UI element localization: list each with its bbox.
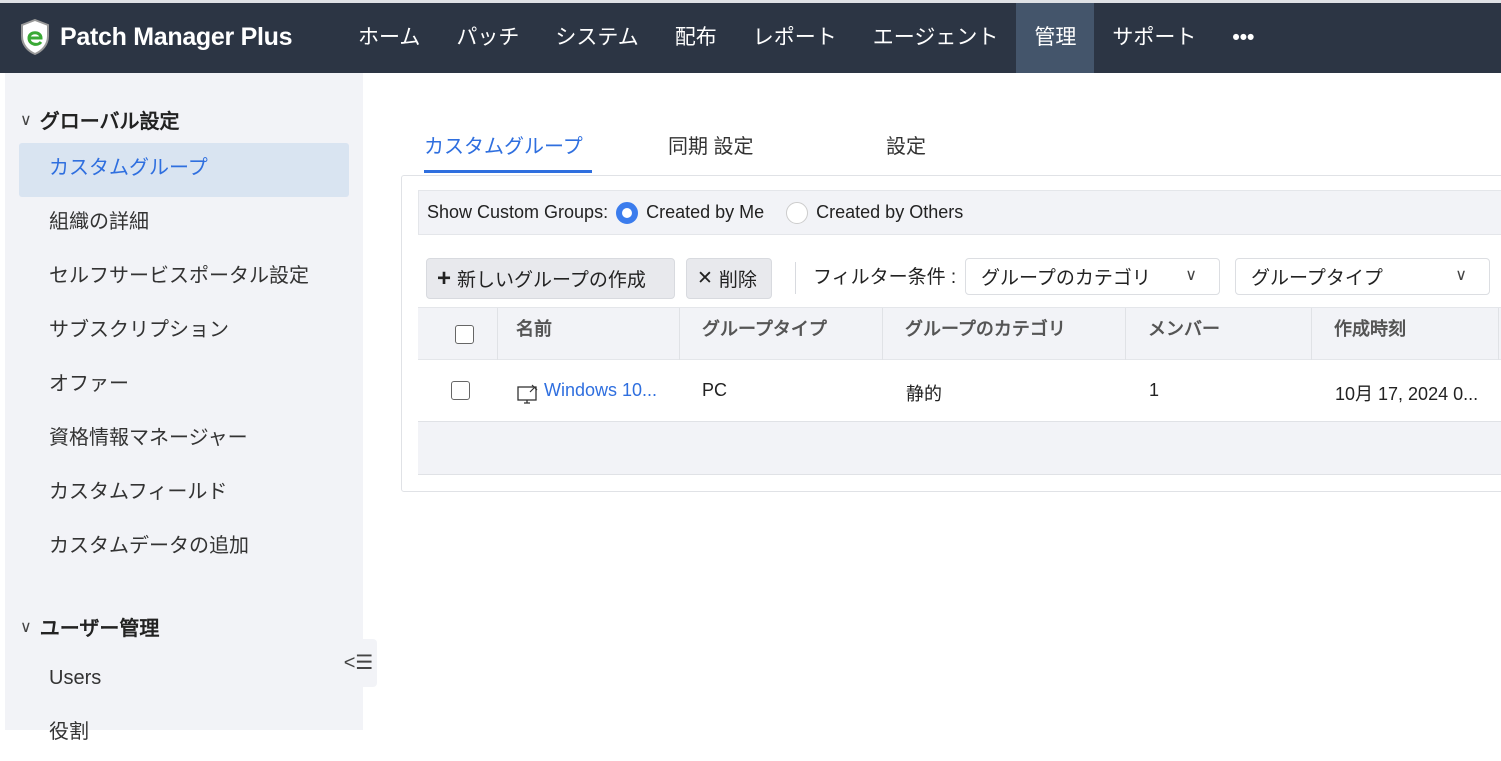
close-icon: ✕ (697, 268, 713, 289)
show-groups-bar: Show Custom Groups: Created by Me Create… (418, 190, 1501, 235)
sidebar: ∨ グローバル設定 カスタムグループ 組織の詳細 セルフサービスポータル設定 サブ… (5, 73, 363, 743)
category-select[interactable]: グループのカテゴリ ∨ (965, 258, 1220, 295)
radio-created-by-others[interactable] (786, 201, 809, 224)
chevron-down-icon: ∨ (20, 618, 32, 636)
delete-button[interactable]: ✕ 削除 (686, 258, 772, 299)
tab-settings[interactable]: 設定 (886, 130, 926, 159)
collapse-sidebar-icon[interactable]: <☰ (340, 639, 377, 687)
sidebar-item-self-service[interactable]: セルフサービスポータル設定 (19, 251, 349, 305)
nav-agent[interactable]: エージェント (855, 3, 1017, 73)
radio-label: Created by Me (646, 202, 765, 222)
sidebar-item-custom-groups[interactable]: カスタムグループ (19, 143, 349, 197)
nav-admin[interactable]: 管理 (1016, 3, 1095, 73)
col-category[interactable]: グループのカテゴリ (883, 308, 1126, 360)
radio-created-by-me[interactable] (616, 201, 639, 224)
sidebar-item-offer[interactable]: オファー (19, 359, 349, 413)
filter-label: フィルター条件 : (813, 267, 957, 288)
group-type-select[interactable]: グループタイプ ∨ (1235, 258, 1490, 295)
table-row[interactable]: Windows 10... PC 静的 1 10月 17, 2024 0... (418, 360, 1501, 422)
button-label: 新しいグループの作成 (457, 270, 646, 291)
created-cell: 10月 17, 2024 0... (1335, 384, 1479, 404)
category-cell: 静的 (906, 384, 942, 404)
table-header: 名前 グループタイプ グループのカテゴリ メンバー 作成時刻 (418, 307, 1501, 360)
app-title: Patch Manager Plus (60, 22, 293, 51)
plus-icon: + (437, 264, 452, 292)
divider (795, 262, 796, 294)
nav-deploy[interactable]: 配布 (657, 3, 735, 73)
more-icon[interactable]: ••• (1214, 3, 1272, 73)
show-label: Show Custom Groups: (427, 202, 609, 222)
tab-custom-groups[interactable]: カスタムグループ (424, 130, 583, 159)
shield-logo-icon (21, 19, 49, 55)
chevron-down-icon: ∨ (1185, 267, 1197, 284)
active-tab-indicator (424, 170, 592, 173)
nav-reports[interactable]: レポート (735, 3, 855, 73)
sidebar-item-users[interactable]: Users (19, 653, 349, 707)
col-name[interactable]: 名前 (494, 308, 679, 360)
tab-sync-settings[interactable]: 同期 設定 (668, 130, 754, 159)
sidebar-item-roles[interactable]: 役割 (19, 707, 349, 761)
sidebar-item-subscription[interactable]: サブスクリプション (19, 305, 349, 359)
main-nav: ホーム パッチ システム 配布 レポート エージェント 管理 サポート ••• (340, 3, 1272, 73)
section-global-settings[interactable]: ∨ グローバル設定 (20, 105, 180, 134)
chevron-down-icon: ∨ (1455, 267, 1467, 284)
sidebar-item-custom-fields[interactable]: カスタムフィールド (19, 467, 349, 521)
nav-system[interactable]: システム (537, 3, 656, 73)
select-value: グループのカテゴリ (981, 268, 1151, 289)
select-all-checkbox[interactable] (455, 325, 474, 344)
section-user-management[interactable]: ∨ ユーザー管理 (20, 612, 159, 641)
sidebar-item-credentials[interactable]: 資格情報マネージャー (19, 413, 349, 467)
section-label: ユーザー管理 (39, 618, 160, 640)
new-group-button[interactable]: + 新しいグループの作成 (426, 258, 675, 299)
select-all-cell (418, 308, 498, 360)
col-members[interactable]: メンバー (1126, 308, 1312, 360)
nav-home[interactable]: ホーム (340, 3, 438, 73)
logo[interactable]: Patch Manager Plus (20, 19, 292, 55)
col-created[interactable]: 作成時刻 (1312, 308, 1499, 360)
nav-support[interactable]: サポート (1094, 3, 1214, 73)
col-group-type[interactable]: グループタイプ (679, 308, 883, 360)
nav-patch[interactable]: パッチ (438, 3, 537, 73)
button-label: 削除 (718, 270, 757, 291)
chevron-down-icon: ∨ (20, 111, 32, 129)
select-value: グループタイプ (1251, 268, 1383, 289)
top-bar: Patch Manager Plus ホーム パッチ システム 配布 レポート … (0, 3, 1501, 73)
table-footer (418, 422, 1501, 475)
group-type-cell: PC (702, 380, 728, 400)
row-checkbox[interactable] (451, 381, 470, 400)
sidebar-item-custom-data[interactable]: カスタムデータの追加 (19, 521, 349, 575)
computer-icon (516, 382, 540, 411)
group-name-link[interactable]: Windows 10... (544, 380, 657, 401)
sidebar-item-org-details[interactable]: 組織の詳細 (19, 197, 349, 251)
section-label: グローバル設定 (39, 111, 180, 133)
members-cell: 1 (1149, 380, 1160, 400)
radio-label: Created by Others (816, 202, 964, 222)
